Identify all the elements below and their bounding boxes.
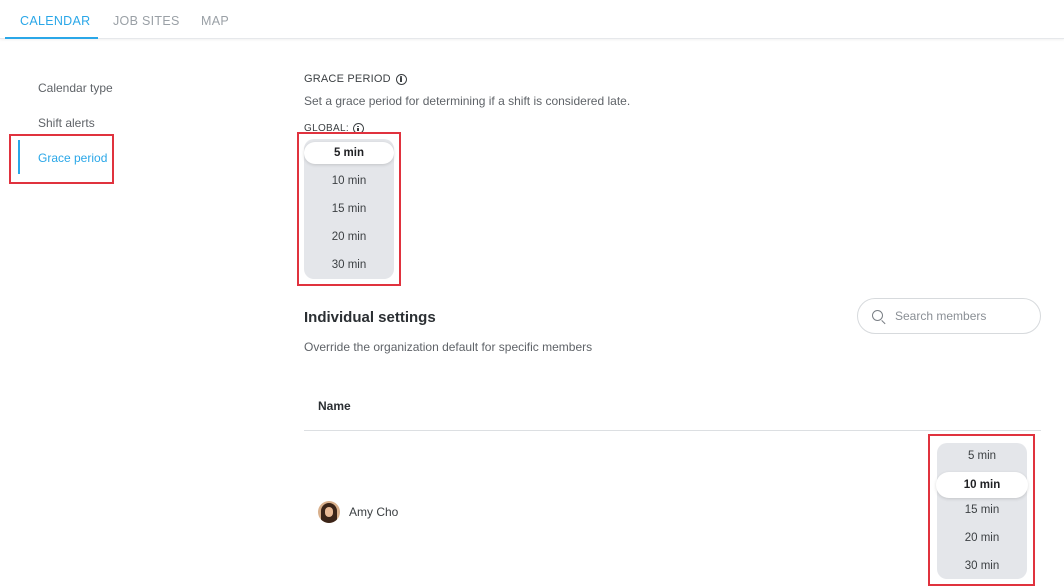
tab-job-sites[interactable]: JOB SITES: [113, 14, 180, 28]
search-members-field[interactable]: Search members: [857, 298, 1041, 334]
info-icon[interactable]: [395, 73, 407, 85]
column-header-name: Name: [318, 399, 351, 413]
tab-map[interactable]: MAP: [201, 14, 229, 28]
global-label: GLOBAL:: [304, 123, 364, 134]
sidebar-item-calendar-type[interactable]: Calendar type: [38, 81, 113, 95]
picker-option[interactable]: 10 min: [304, 170, 394, 192]
individual-settings-title: Individual settings: [304, 309, 436, 326]
table-header-divider: [304, 430, 1041, 431]
picker-option[interactable]: 30 min: [937, 555, 1027, 577]
search-icon: [872, 310, 883, 321]
picker-option[interactable]: 20 min: [304, 226, 394, 248]
sidebar-item-shift-alerts[interactable]: Shift alerts: [38, 116, 95, 130]
grace-period-title: GRACE PERIOD: [304, 73, 391, 85]
section-description: Set a grace period for determining if a …: [304, 94, 631, 108]
top-tab-bar: CALENDAR JOB SITES MAP: [0, 0, 1064, 39]
picker-option[interactable]: 10 min: [936, 472, 1028, 498]
sidebar-item-grace-period[interactable]: Grace period: [38, 151, 107, 165]
picker-option[interactable]: 15 min: [304, 198, 394, 220]
picker-option[interactable]: 15 min: [937, 499, 1027, 521]
member-name: Amy Cho: [349, 505, 399, 519]
sidebar-active-indicator: [18, 140, 20, 174]
individual-settings-description: Override the organization default for sp…: [304, 340, 593, 354]
global-label-text: GLOBAL:: [304, 123, 349, 134]
picker-option[interactable]: 5 min: [937, 445, 1027, 467]
picker-option[interactable]: 5 min: [304, 142, 394, 164]
picker-option[interactable]: 30 min: [304, 254, 394, 276]
member-grace-picker[interactable]: 5 min 10 min 15 min 20 min 30 min: [936, 443, 1028, 579]
search-input[interactable]: Search members: [895, 309, 986, 323]
active-tab-indicator: [5, 37, 98, 39]
info-icon[interactable]: [352, 123, 364, 134]
picker-option[interactable]: 20 min: [937, 527, 1027, 549]
global-grace-picker[interactable]: 5 min 10 min 15 min 20 min 30 min: [304, 139, 394, 279]
avatar: [318, 501, 340, 523]
section-title: GRACE PERIOD: [304, 73, 407, 85]
tab-calendar[interactable]: CALENDAR: [20, 14, 90, 28]
